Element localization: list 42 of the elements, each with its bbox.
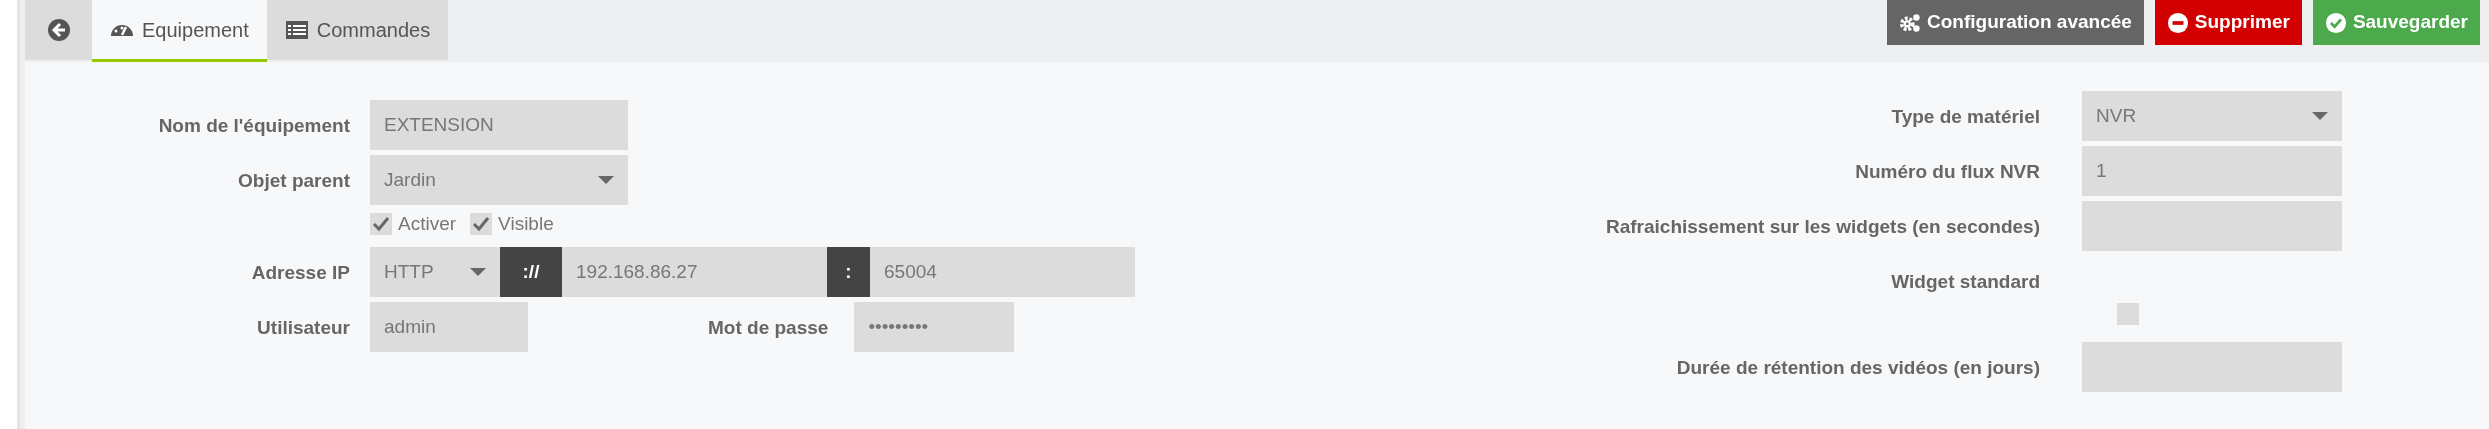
field-label: Mot de passe [708,316,829,340]
settings-button[interactable]: Configuration avancée [1887,0,2144,45]
password-field[interactable]: ••••••••• [854,302,1015,352]
separator-label: :// [500,247,562,297]
field-label: Type de matériel [1890,105,2040,129]
input-field[interactable] [2082,341,2342,392]
checkbox[interactable] [370,213,392,236]
caret-icon [2312,112,2328,120]
select-field[interactable]: NVR [2082,91,2342,141]
input-field[interactable]: EXTENSION [370,100,628,150]
checkbox-label: Visible [498,212,554,236]
gears-icon [1899,11,1921,34]
minus-circle-icon [2166,11,2189,34]
delete-button[interactable]: Supprimer [2154,0,2302,45]
field-label: Durée de rétention des vidéos (en jours) [1675,355,2040,380]
field-label: Rafraichissement sur les widgets (en secondes) [1605,215,2040,239]
input-field[interactable]: admin [370,302,528,352]
arrow-left-icon [46,18,71,42]
input-field[interactable]: 192.168.86.27 [562,247,827,297]
field-label: Objet parent [237,169,350,193]
select-field[interactable]: Jardin [370,155,628,205]
caret-icon [470,268,486,276]
tab[interactable]: Equipement [92,0,267,62]
field-label: Numéro du flux NVR [1854,160,2040,184]
field-label: Widget standard [1890,270,2040,294]
checkbox[interactable] [470,213,493,236]
select-field[interactable]: HTTP [370,247,500,297]
field-label: Nom de l'équipement [157,114,350,138]
check-circle-icon [2324,11,2347,34]
checkbox[interactable] [2117,302,2139,325]
input-field[interactable]: 1 [2082,146,2342,196]
input-field[interactable] [2082,201,2342,251]
tab[interactable]: Commandes [266,0,449,60]
input-field[interactable]: 65004 [870,247,1135,297]
field-label: Adresse IP [250,261,350,285]
separator-label: : [827,247,870,297]
caret-icon [598,176,614,184]
save-button[interactable]: Sauvegarder [2312,0,2480,45]
field-label: Utilisateur [256,316,350,340]
back-tab[interactable] [25,0,92,60]
checkbox-label: Activer [398,212,457,236]
list-icon [284,18,309,42]
